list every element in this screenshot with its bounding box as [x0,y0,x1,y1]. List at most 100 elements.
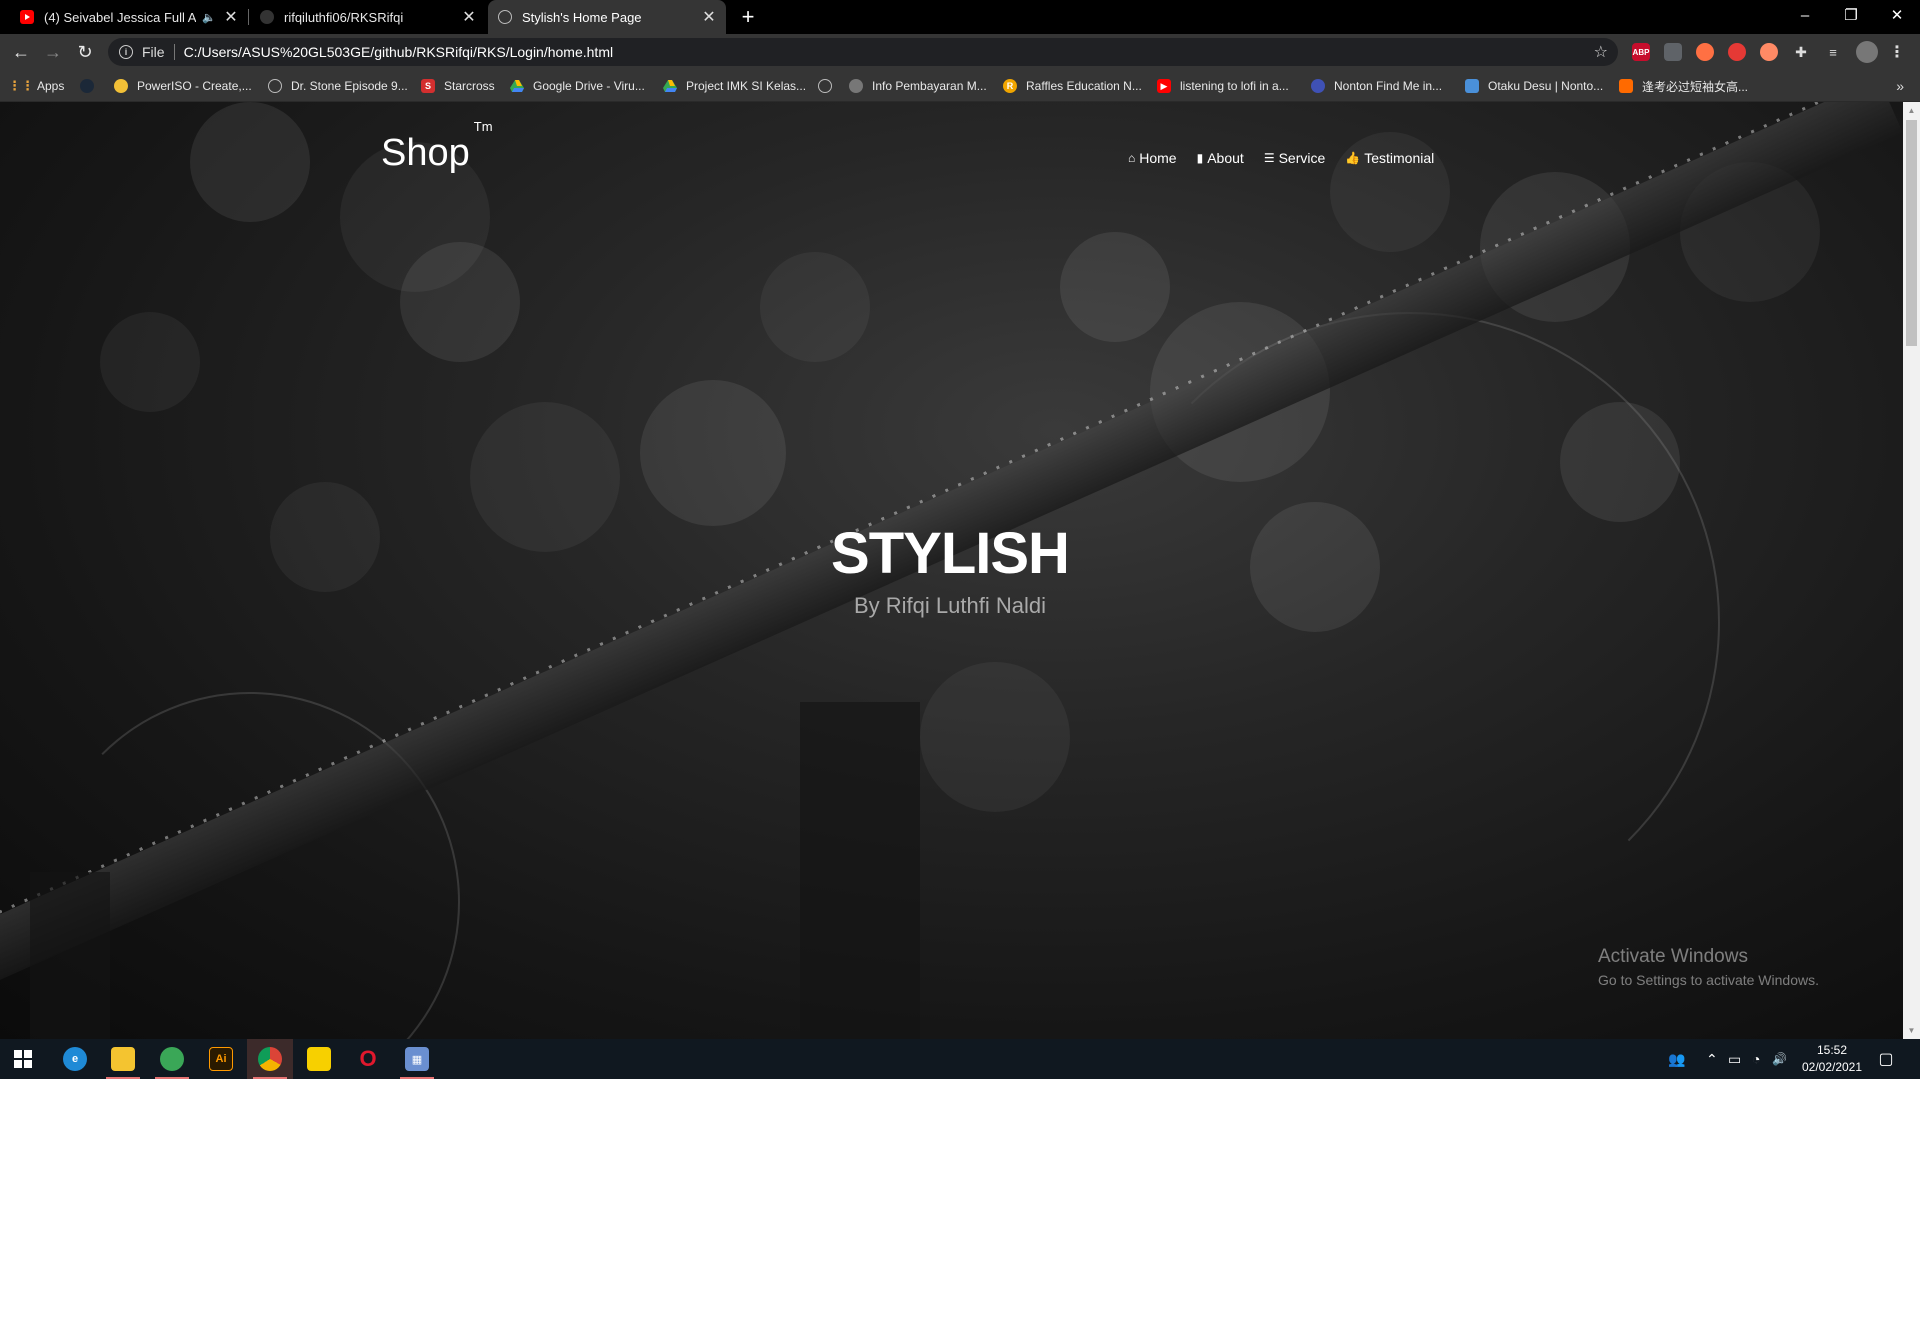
site-logo-text: Shop [381,132,470,174]
close-icon[interactable]: ✕ [224,7,238,27]
watermark-subtitle: Go to Settings to activate Windows. [1598,972,1819,988]
bokeh-light [760,252,870,362]
taskbar-chrome[interactable] [247,1039,293,1079]
show-hidden-icons-icon[interactable]: ⌃ [1706,1039,1718,1079]
bookmark-starcross[interactable]: S Starcross [421,70,495,102]
bookmark-raffles[interactable]: R Raffles Education N... [1003,70,1142,102]
bookmark-label: PowerISO - Create,... [137,79,252,93]
tab-stylish-home[interactable]: Stylish's Home Page ✕ [488,0,726,34]
taskbar-sticky-notes[interactable] [296,1039,342,1079]
people-icon[interactable]: 👥 [1668,1039,1685,1079]
bookmark-info-pembayaran[interactable]: Info Pembayaran M... [849,70,987,102]
bookmark-otaku-desu[interactable]: Otaku Desu | Nonto... [1465,70,1603,102]
edge-icon: e [63,1047,87,1071]
nav-label: Service [1278,150,1326,166]
address-scheme: File [142,44,165,60]
bookmark-label: Info Pembayaran M... [872,79,987,93]
bookmark-apps[interactable]: ⋮⋮ Apps [8,70,64,102]
clock-date: 02/02/2021 [1801,1060,1863,1074]
bridge-tower [30,872,110,1039]
avatar[interactable] [1856,41,1878,63]
google-drive-icon [510,79,524,93]
tab-github[interactable]: rifqiluthfi06/RKSRifqi ✕ [250,0,486,34]
bookmark-dr-stone[interactable]: Dr. Stone Episode 9... [268,70,408,102]
taskbar-file-explorer[interactable] [100,1039,146,1079]
action-center-icon[interactable]: ▢ [1874,1047,1898,1071]
ext-orange-icon[interactable] [1696,43,1714,61]
site-nav: ⌂ Home ▮ About ☰ Service 👍 Testimonial [1128,150,1454,166]
taskbar-edge[interactable]: e [52,1039,98,1079]
taskbar-clock[interactable]: 15:52 02/02/2021 [1780,1042,1884,1076]
otakudesu-icon [1465,79,1479,93]
scroll-down-icon[interactable]: ▼ [1903,1022,1920,1039]
tab-title: Stylish's Home Page [522,9,642,25]
address-divider [173,44,175,60]
bookmark-star-icon[interactable]: ☆ [1594,42,1608,62]
puzzle-icon[interactable]: ✚ [1792,43,1810,61]
running-indicator [253,1077,287,1079]
tab-youtube[interactable]: (4) Seivabel Jessica Full Album 🔈 ✕ [10,0,248,34]
back-button[interactable]: ← [7,38,35,66]
taskbar-app-green[interactable] [149,1039,195,1079]
taskbar-calculator[interactable]: ▦ [394,1039,440,1079]
tab-title: rifqiluthfi06/RKSRifqi [284,9,404,25]
bookmark-label: 逢考必过短袖女高... [1642,79,1749,94]
bookmark-google-drive[interactable]: Google Drive - Viru... [510,70,645,102]
address-bar[interactable]: i File C:/Users/ASUS%20GL503GE/github/RK… [108,38,1618,66]
adblock-plus-icon[interactable]: ABP [1632,43,1650,61]
ext-red-icon[interactable] [1728,43,1746,61]
bridge-tower [800,702,920,1039]
ext-face-icon[interactable] [1760,43,1778,61]
globe-icon [268,79,282,93]
browser-tab-bar: (4) Seivabel Jessica Full Album 🔈 ✕ rifq… [0,0,1920,34]
bookmark-lofi[interactable]: ▶ listening to lofi in a... [1157,70,1289,102]
nav-home[interactable]: ⌂ Home [1128,150,1177,166]
tab-divider [248,9,249,25]
new-tab-button[interactable]: + [734,0,762,34]
close-window-button[interactable]: ✕ [1874,0,1920,30]
taskbar-illustrator[interactable]: Ai [198,1039,244,1079]
scrollbar-thumb[interactable] [1906,120,1917,346]
site-logo[interactable]: ShopTm [381,119,493,175]
speaker-icon[interactable]: 🔈 [202,11,216,24]
info-icon[interactable]: i [119,45,133,59]
bookmark-steam[interactable] [80,70,103,102]
nav-about[interactable]: ▮ About [1197,150,1244,166]
thumbs-up-icon: 👍 [1345,151,1361,165]
start-button[interactable] [0,1039,46,1079]
bookmark-poweriso[interactable]: PowerISO - Create,... [114,70,252,102]
nav-testimonial[interactable]: 👍 Testimonial [1345,150,1434,166]
bookmark-taobao[interactable]: 逢考必过短袖女高... [1619,70,1748,102]
scroll-up-icon[interactable]: ▲ [1903,102,1920,119]
bookmarks-overflow-icon[interactable]: » [1896,78,1904,94]
bookmark-nonton[interactable]: Nonton Find Me in... [1311,70,1442,102]
opera-icon: O [359,1046,377,1071]
close-icon[interactable]: ✕ [702,7,716,27]
media-control-icon[interactable]: ≡ [1824,43,1842,61]
bokeh-light [1060,232,1170,342]
address-url[interactable]: C:/Users/ASUS%20GL503GE/github/RKSRifqi/… [184,44,614,60]
rss-icon[interactable] [1664,43,1682,61]
wifi-icon[interactable]: ◔ [1752,1039,1760,1079]
battery-icon[interactable]: ▭ [1728,1039,1741,1079]
close-icon[interactable]: ✕ [462,7,476,27]
chrome-icon [258,1047,282,1071]
restore-button[interactable]: ❐ [1828,0,1874,30]
reload-button[interactable]: ↻ [71,38,99,66]
bookmark-globe[interactable] [818,70,841,102]
bokeh-light [640,380,786,526]
poweriso-icon [114,79,128,93]
page-scrollbar[interactable]: ▲ ▼ [1903,102,1920,1039]
github-icon [260,10,274,24]
nav-label: About [1207,150,1244,166]
bookmark-label: Otaku Desu | Nonto... [1488,79,1604,93]
nav-service[interactable]: ☰ Service [1264,150,1325,166]
hero-title: STYLISH [831,521,1070,586]
bookmark-project-imk[interactable]: Project IMK SI Kelas... [663,70,806,102]
taskbar-opera[interactable]: O [345,1039,391,1079]
menu-kebab-icon[interactable]: ⋮ [1888,43,1906,61]
windows-taskbar: e Ai O ▦ 👥 ⌃ ▭ ◔ 🔊 15:52 02/02/2021 ▢ [0,1039,1920,1079]
forward-button[interactable]: → [39,38,67,66]
minimize-button[interactable]: – [1782,0,1828,30]
info-site-icon [849,79,863,93]
